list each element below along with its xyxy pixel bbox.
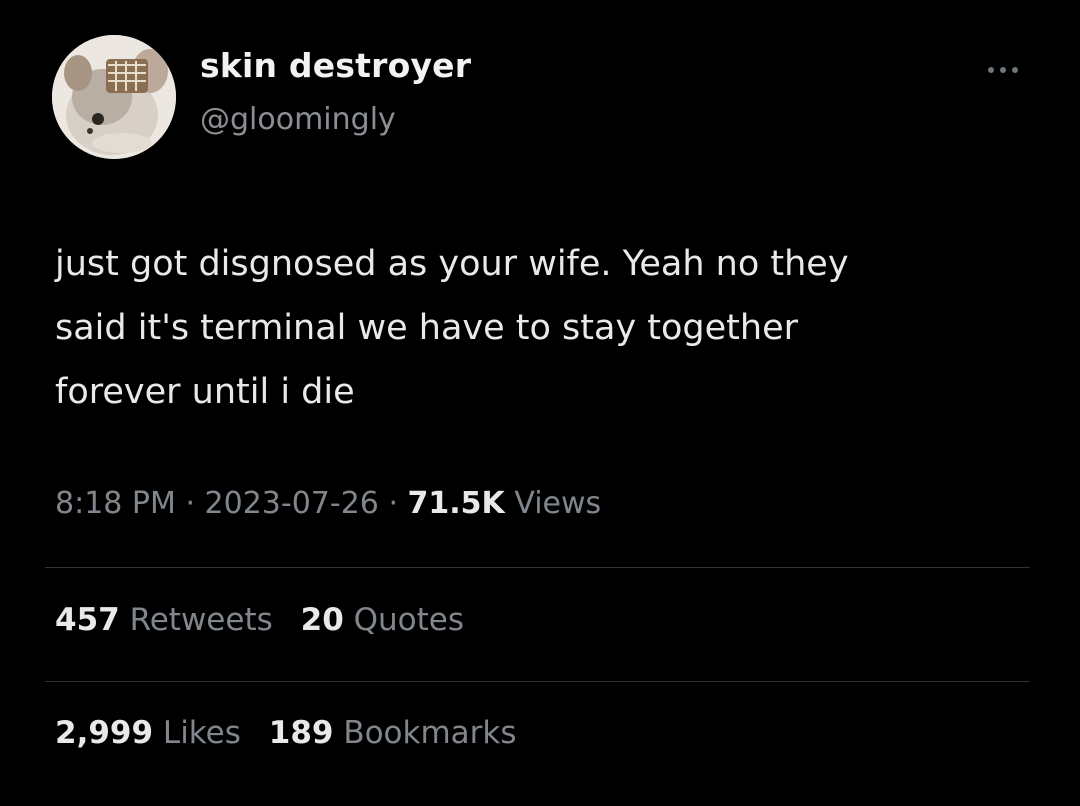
retweet-quote-stats: 457 Retweets 20 Quotes [55, 602, 482, 638]
profile-avatar[interactable] [52, 35, 176, 159]
tweet-card: skin destroyer @gloomingly just got disg… [0, 0, 1080, 806]
bookmarks-stat[interactable]: 189 Bookmarks [269, 715, 517, 751]
quotes-label: Quotes [353, 602, 465, 638]
tweet-text-line: said it's terminal we have to stay toget… [55, 308, 799, 348]
views-count: 71.5K [407, 486, 505, 521]
likes-label: Likes [162, 715, 241, 751]
bookmarks-label: Bookmarks [343, 715, 517, 751]
retweets-label: Retweets [129, 602, 273, 638]
separator-dot: · [388, 486, 398, 521]
bookmarks-count: 189 [268, 715, 334, 751]
tweet-date[interactable]: 2023-07-26 [205, 486, 379, 521]
separator-dot: · [185, 486, 195, 521]
avatar-image [52, 35, 176, 159]
divider [45, 567, 1030, 568]
author-display-name[interactable]: skin destroyer [200, 46, 471, 85]
tweet-text: just got disgnosed as your wife. Yeah no… [55, 232, 1035, 424]
retweets-count: 457 [55, 602, 120, 638]
divider [45, 681, 1030, 682]
tweet-text-line: just got disgnosed as your wife. Yeah no… [55, 244, 849, 284]
tweet-metadata: 8:18 PM · 2023-07-26 · 71.5K Views [55, 486, 601, 521]
tweet-time[interactable]: 8:18 PM [55, 486, 176, 521]
tweet-text-line: forever until i die [55, 372, 355, 412]
more-horizontal-icon[interactable] [983, 60, 1023, 80]
retweets-stat[interactable]: 457 Retweets [55, 602, 283, 638]
quotes-stat[interactable]: 20 Quotes [301, 602, 464, 638]
quotes-count: 20 [300, 602, 344, 638]
author-handle[interactable]: @gloomingly [200, 102, 396, 137]
like-bookmark-stats: 2,999 Likes 189 Bookmarks [55, 715, 535, 751]
likes-stat[interactable]: 2,999 Likes [55, 715, 251, 751]
likes-count: 2,999 [55, 715, 154, 751]
views-label: Views [514, 486, 602, 521]
